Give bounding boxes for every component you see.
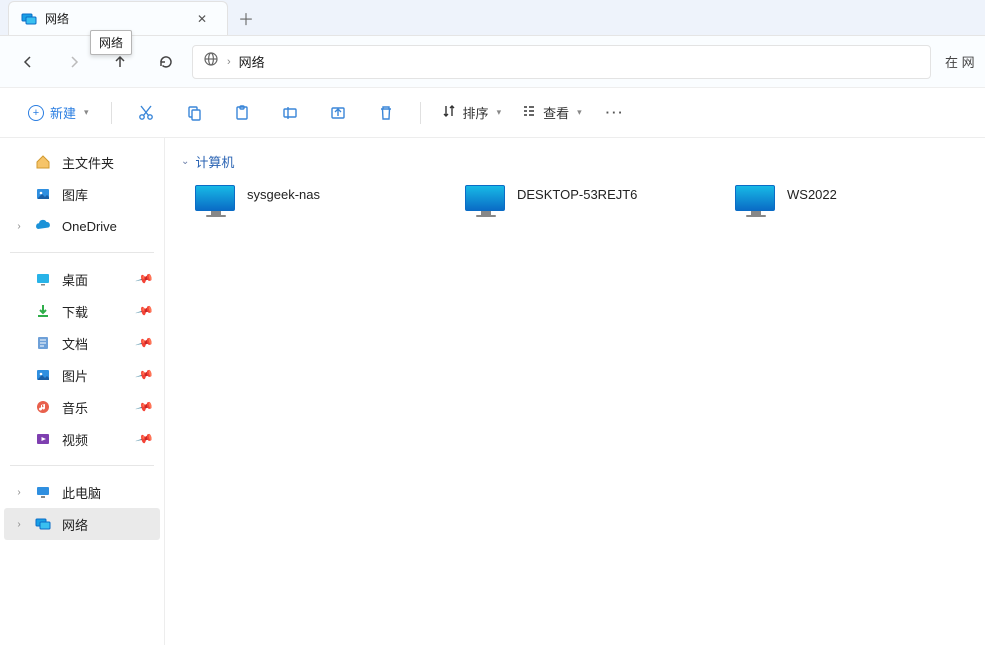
group-header-label: 计算机 <box>195 152 234 171</box>
sidebar-item-home[interactable]: › 主文件夹 <box>4 146 160 178</box>
forward-button[interactable] <box>54 44 94 80</box>
pictures-icon <box>34 367 52 383</box>
sidebar-divider <box>10 465 154 466</box>
sidebar-item-desktop[interactable]: ›桌面📌 <box>4 263 160 295</box>
breadcrumb-network[interactable]: 网络 <box>239 52 265 71</box>
address-bar[interactable]: › 网络 <box>192 45 931 79</box>
sort-icon <box>441 103 457 122</box>
computer-name: DESKTOP-53REJT6 <box>517 185 637 202</box>
chevron-down-icon: ▾ <box>84 107 89 118</box>
tab-tooltip: 网络 <box>90 30 132 55</box>
new-button[interactable]: + 新建 ▾ <box>18 97 99 128</box>
back-button[interactable] <box>8 44 48 80</box>
separator <box>111 102 112 124</box>
sidebar-item-downloads[interactable]: ›下载📌 <box>4 295 160 327</box>
pin-icon: 📌 <box>135 333 155 353</box>
new-tab-button[interactable]: ＋ <box>228 1 264 35</box>
nav-pane: › 主文件夹 › 图库 › OneDrive ›桌面📌›下载📌›文档📌›图片📌›… <box>0 138 165 645</box>
delete-button[interactable] <box>364 95 408 131</box>
pin-icon: 📌 <box>135 365 155 385</box>
sidebar-item-label: 此电脑 <box>62 483 101 502</box>
desktop-icon <box>34 271 52 287</box>
sidebar-item-label: 图库 <box>62 185 88 204</box>
onedrive-icon <box>34 218 52 234</box>
view-button-label: 查看 <box>543 103 569 122</box>
sidebar-item-documents[interactable]: ›文档📌 <box>4 327 160 359</box>
sidebar-item-onedrive[interactable]: › OneDrive <box>4 210 160 242</box>
refresh-button[interactable] <box>146 44 186 80</box>
copy-button[interactable] <box>172 95 216 131</box>
chevron-down-icon: ▾ <box>577 107 582 118</box>
pin-icon: 📌 <box>135 397 155 417</box>
expand-caret[interactable]: › <box>14 221 24 232</box>
pin-icon: 📌 <box>135 269 155 289</box>
sidebar-item-label: 桌面 <box>62 270 88 289</box>
tab-bar: 网络 ✕ ＋ 网络 <box>0 0 985 36</box>
music-icon <box>34 399 52 415</box>
command-bar: + 新建 ▾ 排序 ▾ 查看 ▾ ··· <box>0 88 985 138</box>
videos-icon <box>34 431 52 447</box>
sort-button-label: 排序 <box>463 103 489 122</box>
plus-icon: + <box>28 105 44 121</box>
cut-button[interactable] <box>124 95 168 131</box>
sidebar-item-this-pc[interactable]: › 此电脑 <box>4 476 160 508</box>
this-pc-icon <box>34 484 52 500</box>
sidebar-item-network[interactable]: › 网络 <box>4 508 160 540</box>
gallery-icon <box>34 186 52 202</box>
more-button[interactable]: ··· <box>594 99 637 126</box>
nav-bar: › 网络 在 网 <box>0 36 985 88</box>
chevron-down-icon: ⌄ <box>181 156 189 167</box>
computer-item[interactable]: WS2022 <box>731 181 971 223</box>
sidebar-divider <box>10 252 154 253</box>
sidebar-item-videos[interactable]: ›视频📌 <box>4 423 160 455</box>
rename-button[interactable] <box>268 95 312 131</box>
documents-icon <box>34 335 52 351</box>
computer-item[interactable]: DESKTOP-53REJT6 <box>461 181 701 223</box>
computer-item[interactable]: sysgeek-nas <box>191 181 431 223</box>
separator <box>420 102 421 124</box>
computer-icon <box>195 185 237 219</box>
pin-icon: 📌 <box>135 429 155 449</box>
globe-icon <box>203 51 219 72</box>
pin-icon: 📌 <box>135 301 155 321</box>
sidebar-item-label: 主文件夹 <box>62 153 114 172</box>
expand-caret[interactable]: › <box>14 519 24 530</box>
sidebar-item-label: 网络 <box>62 515 88 534</box>
sidebar-item-label: 图片 <box>62 366 88 385</box>
network-icon <box>21 11 37 27</box>
tab-close-button[interactable]: ✕ <box>189 6 215 32</box>
computer-icon <box>465 185 507 219</box>
downloads-icon <box>34 303 52 319</box>
sidebar-item-music[interactable]: ›音乐📌 <box>4 391 160 423</box>
main-area: › 主文件夹 › 图库 › OneDrive ›桌面📌›下载📌›文档📌›图片📌›… <box>0 138 985 645</box>
new-button-label: 新建 <box>50 103 76 122</box>
computer-name: WS2022 <box>787 185 837 202</box>
network-icon <box>34 516 52 532</box>
sidebar-item-label: 视频 <box>62 430 88 449</box>
breadcrumb-separator: › <box>227 56 231 68</box>
sidebar-item-gallery[interactable]: › 图库 <box>4 178 160 210</box>
tab-title: 网络 <box>45 10 181 27</box>
sidebar-item-pictures[interactable]: ›图片📌 <box>4 359 160 391</box>
computers-grid: sysgeek-nas DESKTOP-53REJT6 WS2022 <box>177 181 973 223</box>
chevron-down-icon: ▾ <box>497 107 502 118</box>
computer-icon <box>735 185 777 219</box>
sidebar-item-label: 文档 <box>62 334 88 353</box>
sidebar-item-label: 音乐 <box>62 398 88 417</box>
computer-name: sysgeek-nas <box>247 185 320 202</box>
sidebar-item-label: 下载 <box>62 302 88 321</box>
expand-caret[interactable]: › <box>14 487 24 498</box>
search-box[interactable]: 在 网 <box>937 52 977 71</box>
sort-button[interactable]: 排序 ▾ <box>433 97 510 128</box>
paste-button[interactable] <box>220 95 264 131</box>
home-icon <box>34 154 52 170</box>
content-pane: ⌄ 计算机 sysgeek-nas DESKTOP-53REJT6 WS2022 <box>165 138 985 645</box>
share-button[interactable] <box>316 95 360 131</box>
view-button[interactable]: 查看 ▾ <box>513 97 590 128</box>
sidebar-item-label: OneDrive <box>62 219 117 234</box>
group-header-computers[interactable]: ⌄ 计算机 <box>181 152 973 171</box>
view-icon <box>521 103 537 122</box>
